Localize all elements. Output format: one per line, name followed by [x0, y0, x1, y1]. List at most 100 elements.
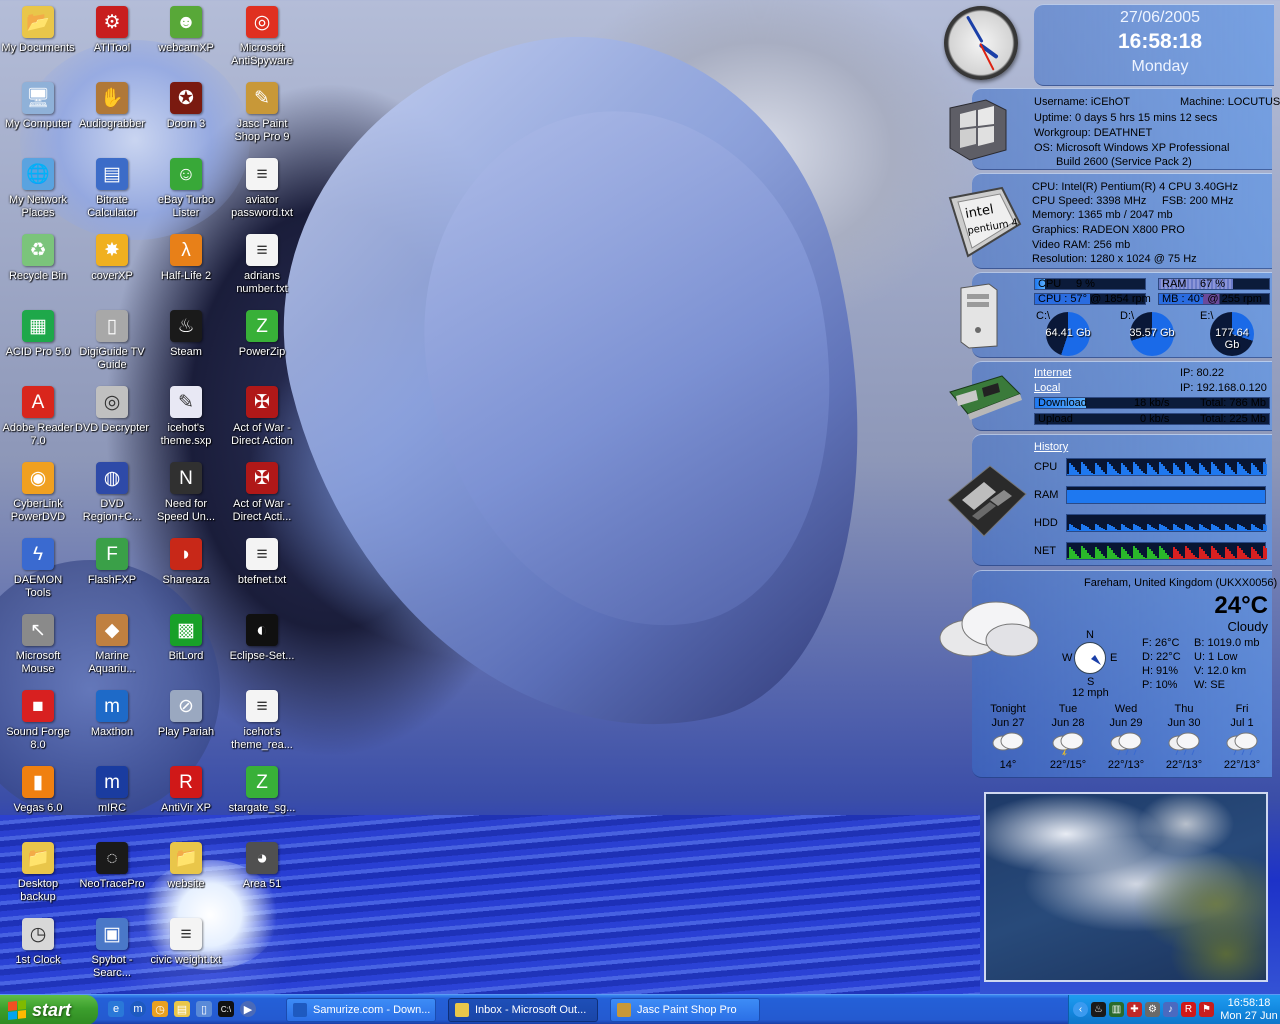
desktop-icon[interactable]: ▦ ACID Pro 5.0: [0, 308, 76, 382]
tray-shield-icon[interactable]: ✚: [1127, 1002, 1142, 1017]
tray-antivir-icon[interactable]: R: [1181, 1002, 1196, 1017]
internet-link[interactable]: Internet: [1034, 367, 1071, 379]
desktop-icon[interactable]: ▮ Vegas 6.0: [0, 764, 76, 838]
folder-icon[interactable]: ▤: [174, 1001, 190, 1017]
desktop-icon-label: ACID Pro 5.0: [5, 346, 71, 358]
media-player-icon[interactable]: ▶: [240, 1001, 256, 1017]
taskbar-button[interactable]: Jasc Paint Shop Pro: [610, 998, 760, 1022]
desktop-icon-label: FlashFXP: [87, 574, 137, 586]
desktop-icon[interactable]: ◉ CyberLink PowerDVD: [0, 460, 76, 534]
forecast-date: Jun 30: [1167, 717, 1201, 729]
desktop-icon[interactable]: ◆ Marine Aquariu...: [74, 612, 150, 686]
tray-steam-icon[interactable]: ♨: [1091, 1002, 1106, 1017]
desktop-icon[interactable]: ≡ icehot's theme_rea...: [224, 688, 300, 762]
desktop-icon[interactable]: ▤ Bitrate Calculator: [74, 156, 150, 230]
outlook-icon: [455, 1003, 469, 1017]
desktop-icon[interactable]: ⚙ ATITool: [74, 4, 150, 78]
tray-network-icon[interactable]: ▥: [1109, 1002, 1124, 1017]
folder-documents-icon: 📂: [22, 6, 54, 38]
desktop-icon[interactable]: ◌ NeoTracePro: [74, 840, 150, 914]
desktop-icon[interactable]: R AntiVir XP: [148, 764, 224, 838]
desktop-icon[interactable]: ▩ BitLord: [148, 612, 224, 686]
desktop-icon[interactable]: ◕ Area 51: [224, 840, 300, 914]
desktop-icon[interactable]: ⊘ Play Pariah: [148, 688, 224, 762]
desktop-icon-label: Microsoft Mouse: [15, 650, 61, 675]
desktop-icon[interactable]: 📁 Desktop backup: [0, 840, 76, 914]
desktop-icon[interactable]: ☺ eBay Turbo Lister: [148, 156, 224, 230]
tray-gear-icon[interactable]: ⚙: [1145, 1002, 1160, 1017]
tray-ati-icon[interactable]: ⚑: [1199, 1002, 1214, 1017]
desktop-icon[interactable]: ▯ DigiGuide TV Guide: [74, 308, 150, 382]
tray-expand-icon[interactable]: ‹: [1073, 1002, 1088, 1017]
desktop-icon[interactable]: N Need for Speed Un...: [148, 460, 224, 534]
desktop-icon[interactable]: Zstargate_sg...: [224, 764, 300, 838]
desktop-icon[interactable]: ✠ Act of War - Direct Acti...: [224, 460, 300, 534]
desktop-icon[interactable]: ≡ aviator password.txt: [224, 156, 300, 230]
desktop-icon-label: Microsoft AntiSpyware: [231, 42, 293, 67]
desktop-icon[interactable]: ≡ btefnet.txt: [224, 536, 300, 610]
desktop-icon[interactable]: 📂 My Documents: [0, 4, 76, 78]
desktop-icon[interactable]: ◍ DVD Region+C...: [74, 460, 150, 534]
satellite-weather-map[interactable]: [984, 792, 1268, 982]
tray-clock-date[interactable]: Mon 27 Jun: [1219, 1010, 1279, 1022]
clock-icon[interactable]: ◷: [152, 1001, 168, 1017]
desktop-icon[interactable]: ◐ Eclipse-Set...: [224, 612, 300, 686]
document-icon[interactable]: ▯: [196, 1001, 212, 1017]
tray-clock-time[interactable]: 16:58:18: [1219, 997, 1279, 1009]
half-life-icon: λ: [170, 234, 202, 266]
desktop-icon[interactable]: 📁 website: [148, 840, 224, 914]
desktop-icon-label: AntiVir XP: [161, 802, 211, 814]
desktop-icon[interactable]: λ Half-Life 2: [148, 232, 224, 306]
desktop-icon[interactable]: m mIRC: [74, 764, 150, 838]
desktop-icon[interactable]: ϟ DAEMON Tools: [0, 536, 76, 610]
desktop-icon[interactable]: ☻ webcamXP: [148, 4, 224, 78]
desktop-icon[interactable]: ◎ DVD Decrypter: [74, 384, 150, 458]
drive-free-text: 64.41 Gb: [1045, 327, 1091, 339]
sound-forge-icon: ■: [22, 690, 54, 722]
desktop-icon-label: CyberLink PowerDVD: [10, 498, 66, 523]
desktop-icon[interactable]: 🖥 My Computer: [0, 80, 76, 154]
tray-speaker-icon[interactable]: ♪: [1163, 1002, 1178, 1017]
desktop-icon[interactable]: ✋ Audiograbber: [74, 80, 150, 154]
desktop-icon[interactable]: ✠ Act of War - Direct Action: [224, 384, 300, 458]
pc-tower-icon: [950, 280, 1006, 352]
desktop-icon[interactable]: Z PowerZip: [224, 308, 300, 382]
workgroup-text: Workgroup: DEATHNET: [1034, 127, 1153, 139]
desktop-icon[interactable]: ✎ Jasc Paint Shop Pro 9: [224, 80, 300, 154]
ie-icon[interactable]: e: [108, 1001, 124, 1017]
desktop-icon[interactable]: ✸ coverXP: [74, 232, 150, 306]
taskbar-button[interactable]: Samurize.com - Down...: [286, 998, 436, 1022]
desktop-icon[interactable]: ◗ Shareaza: [148, 536, 224, 610]
internet-ip-text: IP: 80.22: [1180, 367, 1225, 379]
desktop-icon[interactable]: ▣ Spybot - Searc...: [74, 916, 150, 990]
desktop-icon[interactable]: m Maxthon: [74, 688, 150, 762]
desktop-icon[interactable]: ✪ Doom 3: [148, 80, 224, 154]
command-prompt-icon[interactable]: C:\: [218, 1001, 234, 1017]
desktop-icon-label: mIRC: [97, 802, 127, 814]
desktop-icon[interactable]: ♨ Steam: [148, 308, 224, 382]
desktop-icon[interactable]: ◷ 1st Clock: [0, 916, 76, 990]
desktop-icon[interactable]: ✎ icehot's theme.sxp: [148, 384, 224, 458]
desktop-icon[interactable]: A Adobe Reader 7.0: [0, 384, 76, 458]
rain-cloud-icon: [1108, 730, 1144, 759]
recycle-bin-icon: ♻: [22, 234, 54, 266]
maxthon-icon[interactable]: m: [130, 1001, 146, 1017]
history-link[interactable]: History: [1034, 441, 1068, 453]
start-button[interactable]: start: [0, 995, 98, 1024]
desktop-icon[interactable]: ♻ Recycle Bin: [0, 232, 76, 306]
vegas-icon: ▮: [22, 766, 54, 798]
desktop-icon[interactable]: 🌐 My Network Places: [0, 156, 76, 230]
taskbar-button[interactable]: Inbox - Microsoft Out...: [448, 998, 598, 1022]
desktop-icon[interactable]: F FlashFXP: [74, 536, 150, 610]
desktop-icon[interactable]: ≡ civic weight.txt: [148, 916, 224, 990]
desktop-icon[interactable]: ◎ Microsoft AntiSpyware: [224, 4, 300, 78]
desktop-icon[interactable]: ↖ Microsoft Mouse: [0, 612, 76, 686]
forecast-temps: 14°: [999, 759, 1017, 771]
desktop-icon[interactable]: ■ Sound Forge 8.0: [0, 688, 76, 762]
cloud-icon: [990, 730, 1026, 759]
network-card-icon: [946, 370, 1024, 426]
mouse-icon: ↖: [22, 614, 54, 646]
os-text: OS: Microsoft Windows XP Professional: [1034, 142, 1230, 154]
local-link[interactable]: Local: [1034, 382, 1060, 394]
desktop-icon[interactable]: ≡ adrians number.txt: [224, 232, 300, 306]
